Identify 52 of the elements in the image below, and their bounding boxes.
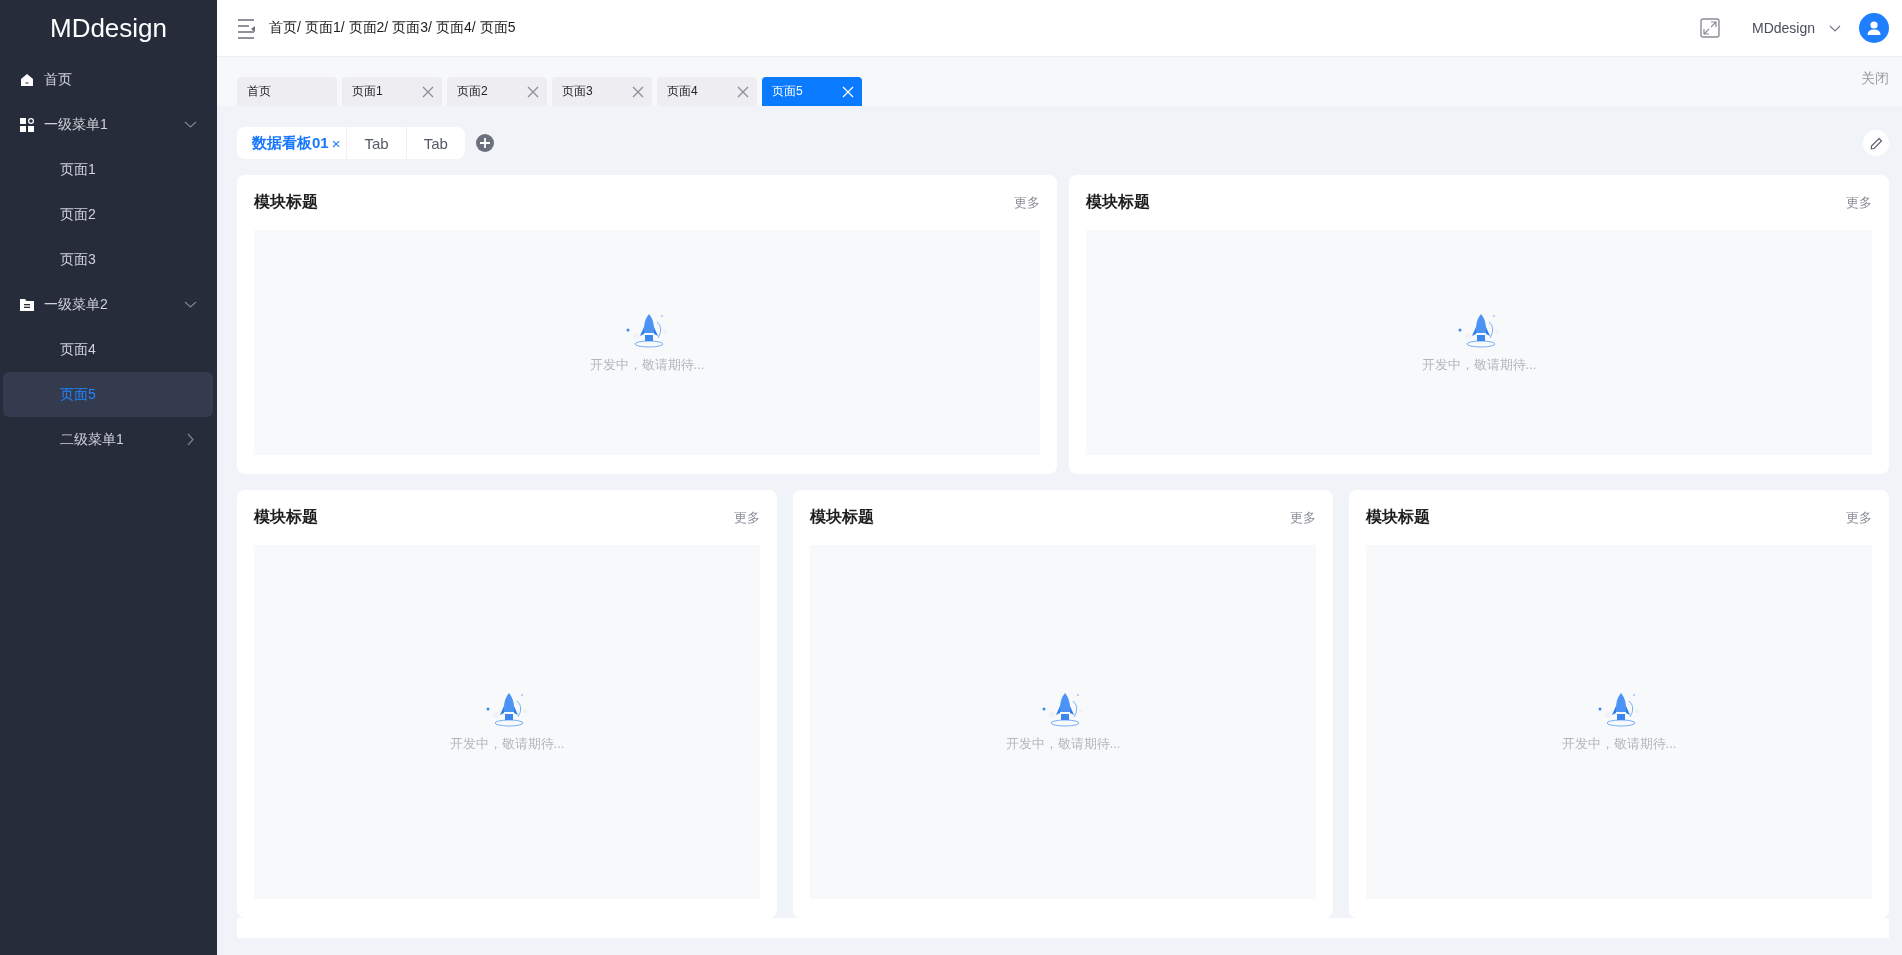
edit-icon[interactable] [1863,130,1889,156]
menu-item[interactable]: 首页 [3,57,213,102]
app-logo: MDdesign [49,13,168,44]
menu-item[interactable]: 页面2 [3,192,213,237]
close-icon[interactable] [422,85,434,98]
breadcrumb-link[interactable]: 页面5 [479,19,516,37]
board-tab[interactable]: 数据看板01 × [237,127,347,159]
page-tab[interactable]: 页面1 [342,77,442,106]
empty-state-text: 开发中，敬请期待... [1421,355,1537,374]
card-title: 模块标题 [810,507,874,527]
breadcrumb-link[interactable]: 首页/ [269,19,301,37]
empty-state-text: 开发中，敬请期待... [1005,735,1121,753]
page-tab[interactable]: 页面5 [762,77,862,106]
rocket-icon [484,691,530,727]
breadcrumb-link[interactable]: 页面3/ [392,19,432,37]
close-icon[interactable]: × [331,134,341,152]
grid-icon [20,117,34,132]
empty-state-text: 开发中，敬请期待... [1561,735,1677,753]
page-tab[interactable]: 页面2 [447,77,547,106]
close-icon[interactable] [527,85,539,98]
page-tab[interactable]: 页面4 [657,77,757,106]
menu-item[interactable]: 页面3 [3,237,213,282]
page-tab[interactable]: 首页 [237,77,337,106]
card-title: 模块标题 [254,507,318,527]
close-icon[interactable] [737,85,749,98]
menu-item[interactable]: 页面1 [3,147,213,192]
breadcrumb-link[interactable]: 页面2/ [348,19,389,37]
fullscreen-icon[interactable] [1699,18,1720,38]
menu-icon[interactable] [237,17,255,39]
close-icon[interactable] [632,85,644,98]
breadcrumb-link[interactable]: 页面1/ [304,19,345,37]
empty-state-text: 开发中，敬请期待... [589,355,705,374]
menu-group[interactable]: 一级菜单2 [3,282,213,327]
board-tab[interactable]: Tab [405,127,465,159]
menu-group[interactable]: 二级菜单1 [3,417,213,462]
menu-item[interactable]: 页面4 [3,327,213,372]
menu-group[interactable]: 一级菜单1 [3,102,213,147]
breadcrumb-link[interactable]: 页面4/ [435,19,476,37]
add-tab-icon[interactable] [475,134,494,152]
user-avatar[interactable] [1859,13,1889,43]
board-tab[interactable]: Tab [346,127,406,159]
folder-icon [20,297,34,312]
card-title: 模块标题 [1086,192,1150,212]
card-title: 模块标题 [1366,507,1430,527]
rocket-icon [1596,691,1642,727]
home-icon [20,72,34,87]
user-name[interactable]: MDdesign [1751,20,1815,36]
chevron-down-icon [1829,24,1841,32]
empty-state-text: 开发中，敬请期待... [449,735,565,753]
page-tab[interactable]: 页面3 [552,77,652,106]
card-title: 模块标题 [254,192,318,212]
rocket-icon [1040,691,1086,727]
